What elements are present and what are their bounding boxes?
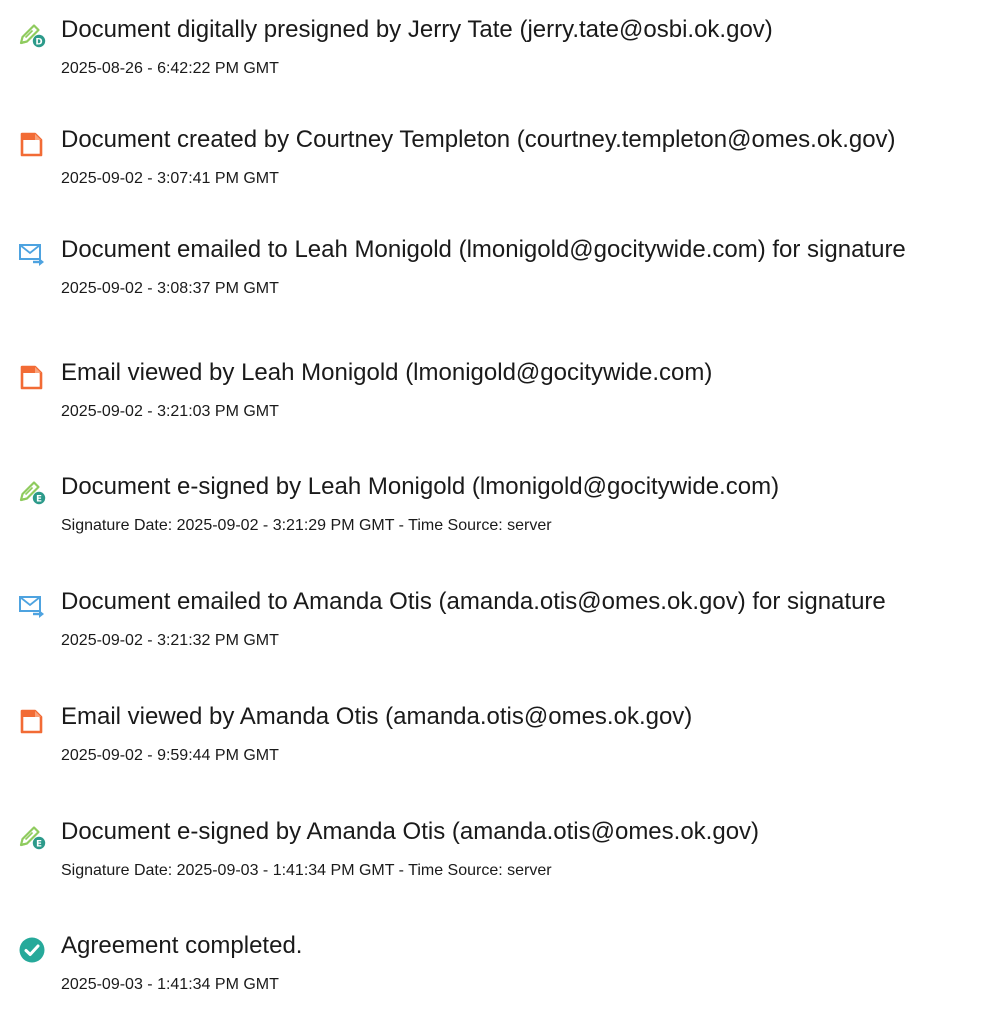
svg-text:D: D — [35, 37, 42, 47]
event-timestamp: Signature Date: 2025-09-02 - 3:21:29 PM … — [61, 517, 552, 534]
pen-e-icon: E — [17, 476, 47, 506]
event-timestamp: 2025-09-02 - 3:21:32 PM GMT — [61, 632, 279, 649]
event-timestamp: 2025-09-02 - 3:21:03 PM GMT — [61, 403, 279, 420]
audit-event-emailed: Document emailed to Amanda Otis (amanda.… — [0, 587, 1000, 667]
event-title: Document emailed to Leah Monigold (lmoni… — [61, 236, 906, 263]
audit-event-esigned: E Document e-signed by Leah Monigold (lm… — [0, 472, 1000, 552]
event-title: Document created by Courtney Templeton (… — [61, 126, 896, 153]
event-timestamp: 2025-08-26 - 6:42:22 PM GMT — [61, 60, 279, 77]
pen-e-icon: E — [17, 821, 47, 851]
document-icon — [17, 706, 47, 736]
audit-event-created: Document created by Courtney Templeton (… — [0, 125, 1000, 205]
event-title: Agreement completed. — [61, 932, 303, 959]
event-title: Document e-signed by Amanda Otis (amanda… — [61, 818, 760, 845]
email-send-icon — [17, 591, 47, 621]
checkmark-circle-icon — [17, 935, 47, 965]
audit-history-list: D Document digitally presigned by Jerry … — [0, 0, 1000, 994]
svg-text:E: E — [36, 494, 42, 504]
audit-event-viewed: Email viewed by Leah Monigold (lmonigold… — [0, 358, 1000, 438]
document-icon — [17, 362, 47, 392]
event-title: Email viewed by Amanda Otis (amanda.otis… — [61, 703, 693, 730]
event-title: Document digitally presigned by Jerry Ta… — [61, 16, 773, 43]
pen-d-icon: D — [17, 19, 47, 49]
audit-event-completed: Agreement completed. 2025-09-03 - 1:41:3… — [0, 931, 1000, 1011]
svg-text:E: E — [36, 839, 42, 849]
email-send-icon — [17, 239, 47, 269]
event-timestamp: 2025-09-03 - 1:41:34 PM GMT — [61, 976, 279, 993]
event-title: Email viewed by Leah Monigold (lmonigold… — [61, 359, 713, 386]
audit-event-presigned: D Document digitally presigned by Jerry … — [0, 15, 1000, 95]
event-timestamp: 2025-09-02 - 3:08:37 PM GMT — [61, 280, 279, 297]
event-timestamp: 2025-09-02 - 9:59:44 PM GMT — [61, 747, 279, 764]
document-icon — [17, 129, 47, 159]
event-timestamp: 2025-09-02 - 3:07:41 PM GMT — [61, 170, 279, 187]
event-title: Document e-signed by Leah Monigold (lmon… — [61, 473, 780, 500]
audit-event-viewed: Email viewed by Amanda Otis (amanda.otis… — [0, 702, 1000, 782]
event-timestamp: Signature Date: 2025-09-03 - 1:41:34 PM … — [61, 862, 552, 879]
audit-event-esigned: E Document e-signed by Amanda Otis (aman… — [0, 817, 1000, 897]
audit-event-emailed: Document emailed to Leah Monigold (lmoni… — [0, 235, 1000, 315]
event-title: Document emailed to Amanda Otis (amanda.… — [61, 588, 886, 615]
